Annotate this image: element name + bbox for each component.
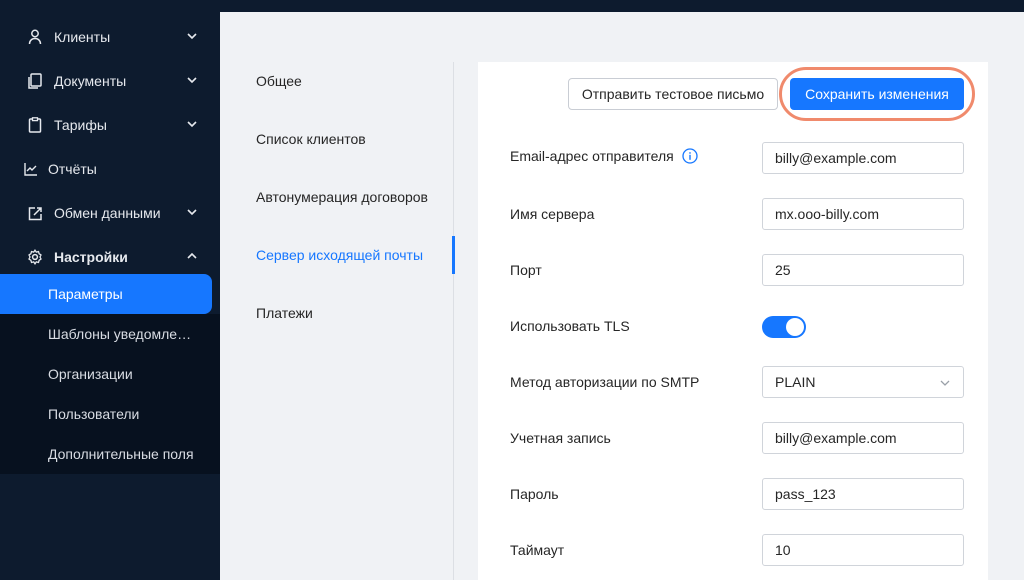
sidebar-item-data-exchange[interactable]: Обмен данными — [0, 191, 220, 235]
timeout-label: Таймаут — [510, 542, 565, 558]
chevron-down-icon — [187, 209, 197, 216]
tab-outgoing-mail-server[interactable]: Сервер исходящей почты — [256, 247, 456, 263]
tab-payments[interactable]: Платежи — [256, 305, 456, 321]
sidebar-subitem-notification-templates[interactable]: Шаблоны уведомлений — [0, 314, 212, 354]
sidebar-subitem-label: Организации — [48, 366, 133, 382]
tab-client-list[interactable]: Список клиентов — [256, 131, 456, 147]
sidebar-item-settings[interactable]: Настройки — [0, 235, 220, 279]
sidebar-item-label: Документы — [54, 73, 127, 89]
sidebar-subitem-label: Шаблоны уведомлений — [48, 326, 196, 342]
sidebar-item-tariffs[interactable]: Тарифы — [0, 103, 220, 147]
send-test-email-button[interactable]: Отправить тестовое письмо — [568, 78, 778, 110]
sidebar: Клиенты Документы Тарифы Отчёты Обмен да… — [0, 0, 220, 580]
tab-contract-autonumbering[interactable]: Автонумерация договоров — [256, 189, 456, 205]
sidebar-item-label: Тарифы — [54, 117, 107, 133]
tariff-icon — [26, 116, 44, 134]
use-tls-label: Использовать TLS — [510, 318, 630, 334]
user-icon — [26, 28, 44, 46]
main-content: Общее Список клиентов Автонумерация дого… — [220, 12, 1024, 580]
password-field[interactable]: pass_123 — [762, 478, 964, 510]
sender-email-label-text: Email-адрес отправителя — [510, 148, 674, 164]
port-field[interactable]: 25 — [762, 254, 964, 286]
chevron-down-icon — [187, 77, 197, 84]
exchange-icon — [26, 204, 44, 222]
sidebar-subitem-parameters[interactable]: Параметры — [0, 274, 212, 314]
timeout-field[interactable]: 10 — [762, 534, 964, 566]
server-name-field[interactable]: mx.ooo-billy.com — [762, 198, 964, 230]
sidebar-item-clients[interactable]: Клиенты — [0, 15, 220, 59]
sidebar-item-label: Настройки — [54, 249, 128, 265]
mail-server-settings-panel: Отправить тестовое письмо Сохранить изме… — [478, 62, 988, 580]
chart-icon — [22, 160, 40, 178]
sidebar-item-documents[interactable]: Документы — [0, 59, 220, 103]
sidebar-item-label: Отчёты — [48, 161, 97, 177]
chevron-down-icon — [940, 380, 950, 386]
info-icon[interactable] — [682, 148, 698, 164]
sidebar-subitem-organizations[interactable]: Организации — [0, 354, 212, 394]
server-name-label: Имя сервера — [510, 206, 595, 222]
sender-email-label: Email-адрес отправителя — [510, 148, 698, 164]
sidebar-subitem-label: Пользователи — [48, 406, 140, 422]
sidebar-item-label: Обмен данными — [54, 205, 161, 221]
gear-icon — [26, 248, 44, 266]
sidebar-subitem-label: Параметры — [48, 286, 123, 302]
toggle-knob — [786, 318, 804, 336]
password-label: Пароль — [510, 486, 559, 502]
account-field[interactable]: billy@example.com — [762, 422, 964, 454]
smtp-auth-label: Метод авторизации по SMTP — [510, 374, 700, 390]
sidebar-subitem-users[interactable]: Пользователи — [0, 394, 212, 434]
sidebar-subitem-label: Дополнительные поля — [48, 446, 194, 462]
sender-email-field[interactable]: billy@example.com — [762, 142, 964, 174]
smtp-auth-select[interactable]: PLAIN — [762, 366, 964, 398]
use-tls-toggle[interactable] — [762, 316, 806, 338]
chevron-up-icon — [187, 252, 197, 259]
sidebar-item-reports[interactable]: Отчёты — [0, 147, 220, 191]
sidebar-subitem-additional-fields[interactable]: Дополнительные поля — [0, 434, 212, 474]
chevron-down-icon — [187, 121, 197, 128]
tab-general[interactable]: Общее — [256, 73, 456, 89]
port-label: Порт — [510, 262, 542, 278]
sidebar-item-label: Клиенты — [54, 29, 111, 45]
save-changes-button[interactable]: Сохранить изменения — [790, 78, 964, 110]
account-label: Учетная запись — [510, 430, 611, 446]
documents-icon — [26, 72, 44, 90]
chevron-down-icon — [187, 33, 197, 40]
smtp-auth-value: PLAIN — [775, 374, 816, 390]
